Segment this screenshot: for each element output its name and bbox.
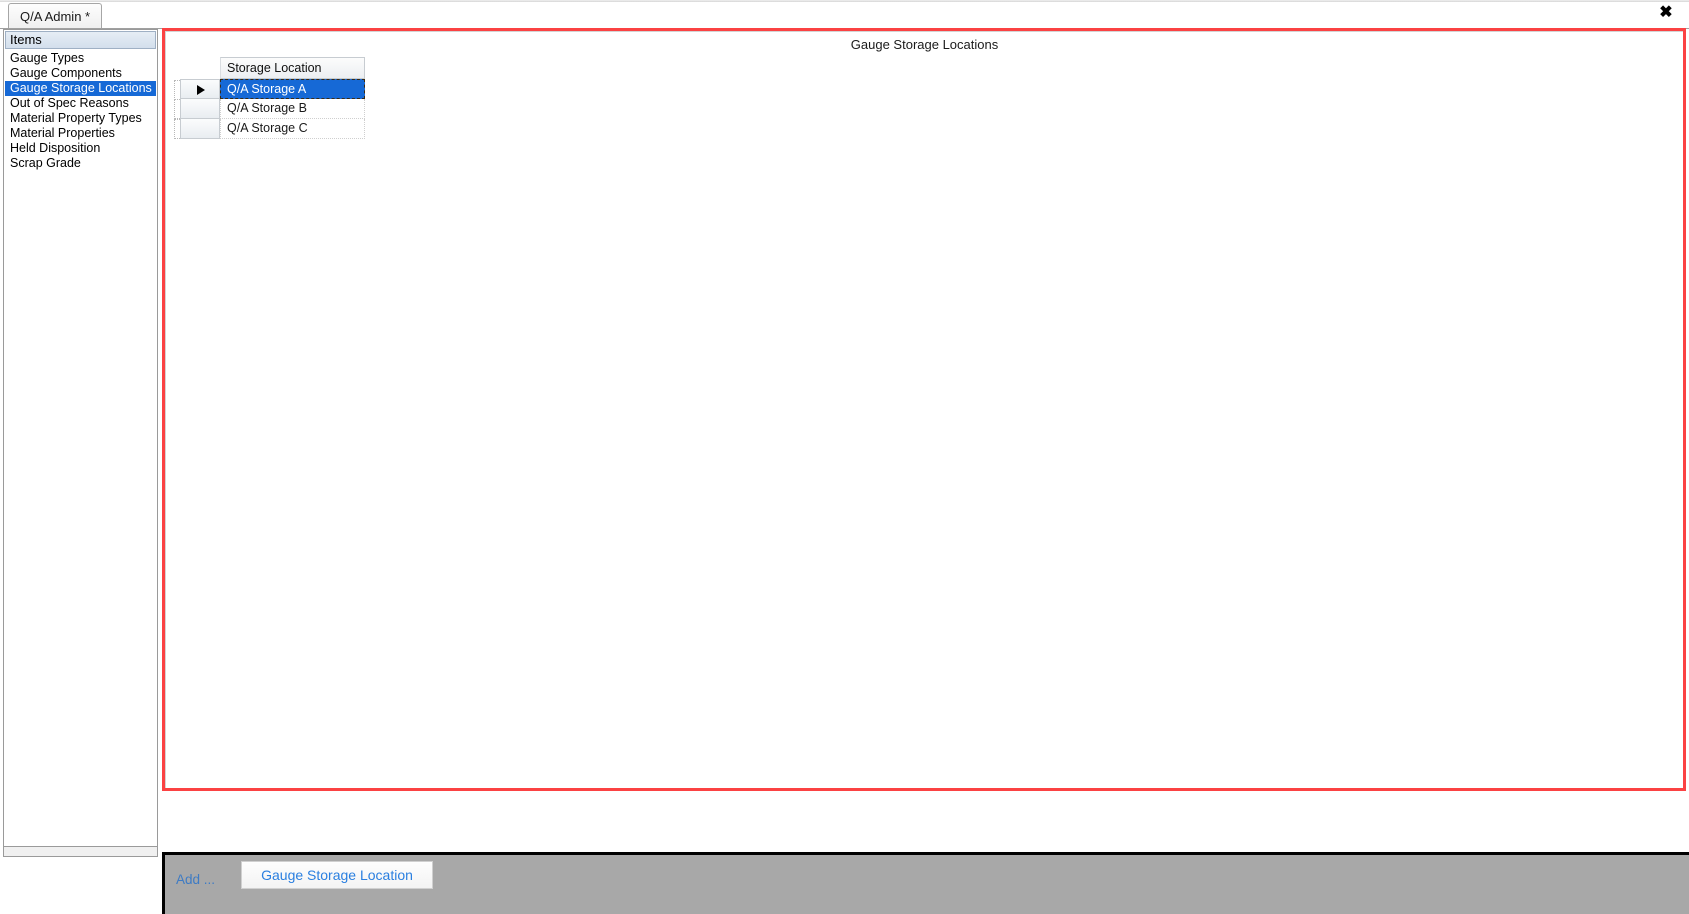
row-header-gutter (174, 119, 180, 139)
bottom-action-bar: Add ... Gauge Storage Location (162, 852, 1689, 914)
sidebar-item-out-of-spec-reasons[interactable]: Out of Spec Reasons (5, 96, 156, 111)
table-row[interactable]: Q/A Storage C (174, 119, 365, 139)
grid-header-row: Storage Location (180, 57, 365, 79)
sidebar-header-items: Items (5, 31, 156, 49)
sidebar-item-gauge-storage-locations[interactable]: Gauge Storage Locations (5, 81, 156, 96)
page-title: Gauge Storage Locations (850, 37, 999, 52)
grid-body[interactable]: Q/A Storage A Q/A Storage B Q/A Storage C (174, 79, 365, 139)
sidebar-item-list[interactable]: Gauge Types Gauge Components Gauge Storage… (5, 51, 156, 844)
row-header-gutter (174, 99, 180, 119)
grid-column-header-storage-location[interactable]: Storage Location (220, 57, 365, 79)
close-icon[interactable]: ✖ (1655, 2, 1677, 24)
sidebar-item-material-properties[interactable]: Material Properties (5, 126, 156, 141)
table-row[interactable]: Q/A Storage A (174, 79, 365, 100)
add-gauge-storage-location-button[interactable]: Gauge Storage Location (241, 861, 433, 889)
tab-strip-top-edge (0, 0, 1689, 2)
row-header-gutter (174, 80, 180, 100)
sidebar-footer-strip (3, 847, 158, 857)
sidebar-item-scrap-grade[interactable]: Scrap Grade (5, 156, 156, 171)
tab-qa-admin[interactable]: Q/A Admin * (8, 3, 103, 28)
cell-storage-location[interactable]: Q/A Storage B (220, 99, 365, 119)
sidebar: Items Gauge Types Gauge Components Gauge S… (3, 29, 158, 847)
cell-storage-location[interactable]: Q/A Storage C (220, 119, 365, 139)
main-content-inner: Gauge Storage Locations Storage Location… (165, 31, 1683, 788)
row-header-cell[interactable] (174, 119, 220, 139)
sidebar-item-gauge-types[interactable]: Gauge Types (5, 51, 156, 66)
add-label: Add ... (176, 872, 216, 887)
sidebar-item-gauge-components[interactable]: Gauge Components (5, 66, 156, 81)
application-window: Q/A Admin * ✖ Items Gauge Types Gauge Com… (0, 0, 1689, 914)
cell-storage-location[interactable]: Q/A Storage A (220, 79, 365, 99)
tab-strip: Q/A Admin * ✖ (0, 0, 1689, 29)
row-header-cell[interactable] (174, 79, 220, 100)
main-content-panel: Gauge Storage Locations Storage Location… (162, 28, 1686, 791)
table-row[interactable]: Q/A Storage B (174, 99, 365, 119)
grid-corner-cell (180, 57, 220, 79)
sidebar-item-held-disposition[interactable]: Held Disposition (5, 141, 156, 156)
sidebar-item-material-property-types[interactable]: Material Property Types (5, 111, 156, 126)
storage-location-grid[interactable]: Storage Location Q/A Storage A Q/A Storag… (174, 57, 365, 139)
row-header-cell[interactable] (174, 99, 220, 119)
row-selector-arrow-icon (197, 85, 205, 95)
